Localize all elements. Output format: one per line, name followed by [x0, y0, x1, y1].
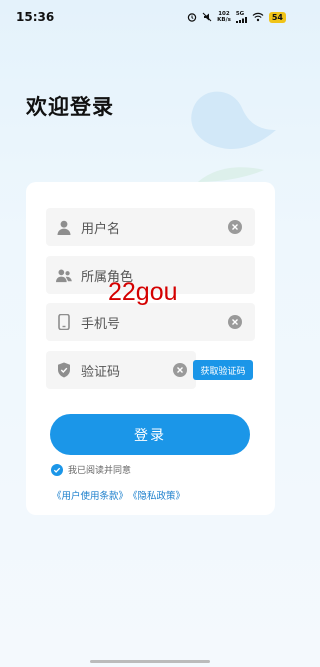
network-speed: 102 KB/s: [217, 11, 231, 23]
phone-field[interactable]: 手机号: [46, 303, 255, 341]
mute-icon: [202, 12, 212, 22]
username-field[interactable]: 用户名: [46, 208, 255, 246]
alarm-icon: [187, 12, 197, 22]
agree-text: 我已阅读并同意: [68, 466, 132, 476]
user-terms-link[interactable]: 《用户使用条款》: [52, 488, 128, 502]
privacy-policy-link[interactable]: 《隐私政策》: [128, 488, 185, 502]
watermark-text: 22gou: [108, 278, 178, 306]
code-placeholder: 验证码: [81, 364, 121, 380]
user-group-icon: [56, 267, 72, 283]
verification-code-field[interactable]: 验证码: [46, 351, 196, 389]
policy-links: 《用户使用条款》 《隐私政策》: [52, 488, 185, 502]
wifi-icon: [252, 12, 264, 22]
clear-phone-icon[interactable]: [228, 315, 242, 329]
status-bar: 15:36 102 KB/s 5G 54: [0, 0, 300, 34]
status-icons: 102 KB/s 5G 54: [187, 11, 286, 23]
battery-icon: 54: [268, 11, 286, 23]
check-icon[interactable]: [51, 463, 63, 476]
shield-check-icon: [56, 362, 72, 378]
clear-code-icon[interactable]: [173, 363, 187, 377]
clear-username-icon[interactable]: [228, 220, 242, 234]
phone-placeholder: 手机号: [81, 316, 121, 332]
cellular-signal-icon: 5G: [235, 11, 247, 23]
home-indicator: [90, 660, 210, 663]
net-speed-unit: KB/s: [217, 17, 231, 23]
user-icon: [56, 219, 72, 235]
agreement-row[interactable]: 我已阅读并同意: [51, 463, 131, 476]
status-time: 15:36: [16, 10, 55, 24]
get-code-button[interactable]: 获取验证码: [193, 360, 253, 380]
phone-icon: [56, 314, 72, 330]
bird-logo-icon: [191, 91, 276, 182]
login-button[interactable]: 登录: [50, 414, 250, 455]
username-placeholder: 用户名: [81, 221, 121, 237]
page-title: 欢迎登录: [26, 95, 114, 119]
